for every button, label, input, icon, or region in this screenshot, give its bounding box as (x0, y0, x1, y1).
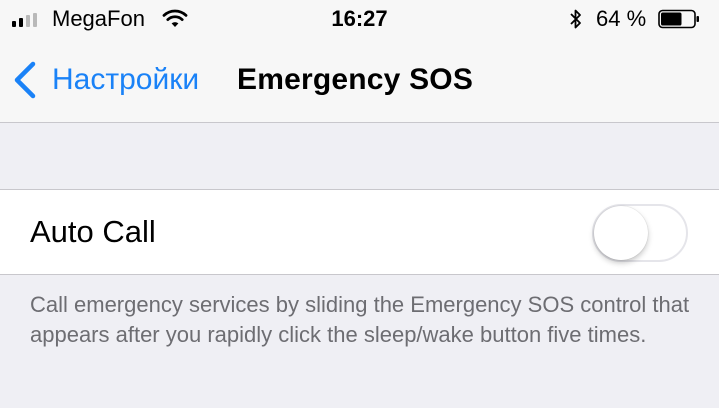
bluetooth-icon (570, 9, 581, 29)
auto-call-label: Auto Call (30, 214, 156, 249)
page-title: Emergency SOS (237, 63, 474, 96)
auto-call-row: Auto Call (0, 189, 719, 275)
battery-percent: 64 % (596, 6, 647, 31)
auto-call-description: Call emergency services by sliding the E… (30, 292, 690, 347)
status-bar: MegaFon 16:27 64 % (0, 0, 719, 38)
chevron-left-icon (14, 61, 36, 99)
battery-icon (658, 9, 699, 29)
navigation-bar: Настройки Emergency SOS (0, 38, 719, 123)
back-button-label: Настройки (52, 63, 200, 96)
auto-call-toggle[interactable] (592, 204, 688, 262)
toggle-knob (594, 206, 648, 260)
back-button[interactable]: Настройки (12, 58, 199, 102)
